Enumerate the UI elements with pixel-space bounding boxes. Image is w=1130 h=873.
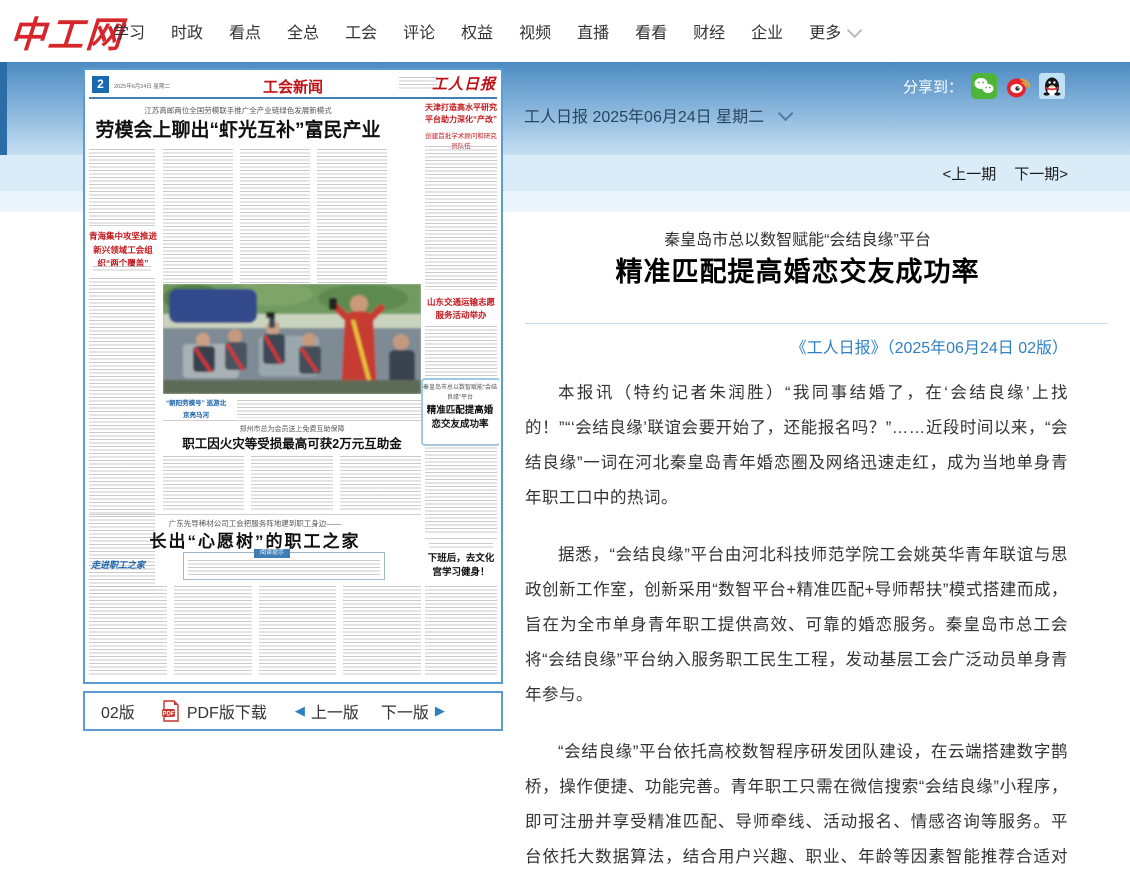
story-qhd-headline: 精准匹配提高婚恋交友成功率 [423, 404, 497, 433]
photo-caption: “朝阳劳模号” 巡游北京亮马河 [163, 398, 229, 421]
next-page-arrow-icon[interactable]: ▶ [435, 703, 445, 719]
text-block [429, 543, 493, 548]
text-block [93, 266, 151, 271]
masthead-rule [89, 97, 497, 99]
nav-item-acftu[interactable]: 全总 [287, 19, 319, 43]
share-label: 分享到： [903, 76, 963, 97]
text-columns [163, 456, 421, 512]
text-block [425, 146, 497, 290]
next-page-button[interactable]: 下一版 [381, 699, 429, 723]
nav-item-video[interactable]: 视频 [519, 19, 551, 43]
divider [89, 225, 155, 226]
text-columns [163, 149, 387, 283]
text-block [188, 560, 380, 576]
nav-item-live[interactable]: 直播 [577, 19, 609, 43]
next-issue-link[interactable]: 下一期> [1014, 163, 1068, 184]
nav-item-rights[interactable]: 权益 [461, 19, 493, 43]
article-divider [525, 323, 1108, 324]
text-block [425, 444, 497, 534]
nav-item-union[interactable]: 工会 [345, 19, 377, 43]
prev-page-arrow-icon[interactable]: ◀ [295, 703, 305, 719]
share-row: 分享到： [903, 73, 1065, 99]
prev-page-button[interactable]: 上一版 [311, 699, 359, 723]
site-logo[interactable]: 中工网 [8, 6, 126, 58]
svg-text:PDF: PDF [162, 711, 174, 717]
nav-item-enterprise[interactable]: 企业 [751, 19, 783, 43]
main-menu: 学习 时政 看点 全总 工会 评论 权益 视频 直播 看看 财经 企业 更多 [113, 0, 858, 62]
text-block [237, 400, 421, 418]
text-columns [89, 586, 421, 676]
divider [89, 514, 421, 515]
story-top-headline: 劳模会上聊出“虾光互补”富民产业 [89, 115, 387, 142]
more-label: 更多 [809, 25, 841, 42]
prev-issue-link[interactable]: <上一期 [942, 163, 996, 184]
reading-tip-box: 阅读提示 [183, 552, 385, 580]
text-block [425, 586, 497, 676]
story-zhengzhou-headline: 职工因火灾等受损最高可获2万元互助金 [163, 433, 421, 452]
article-source: 《工人日报》（2025年06月24日 02版） [525, 334, 1068, 358]
issue-date-selector[interactable]: 工人日报 2025年06月24日 星期二 [524, 103, 789, 127]
nav-item-highlights[interactable]: 看点 [229, 19, 261, 43]
wechat-icon[interactable] [971, 73, 997, 99]
article-title: 精准匹配提高婚恋交友成功率 [525, 250, 1070, 289]
story-tianjin-headline: 天津打造高水平研究平台助力深化“产改” [425, 102, 497, 127]
issue-pager: <上一期 下一期> [942, 155, 1068, 191]
text-block [89, 149, 155, 225]
nav-item-watch[interactable]: 看看 [635, 19, 667, 43]
article-paragraph: 本报讯（特约记者朱润胜）“我同事结婚了，在‘会结良缘’上找的！”“‘会结良缘’联… [525, 376, 1068, 516]
reading-tip-label: 阅读提示 [254, 549, 290, 558]
newspaper-page: 2 2025年6月24日 星期二 工会新闻 工人日报 江苏高邮两位全国劳模联手推… [87, 72, 499, 680]
nav-item-study[interactable]: 学习 [113, 19, 145, 43]
story-qhd-kicker: 秦皇岛市总以数智赋能“会结良缘”平台 [423, 384, 497, 403]
page-number-label: 02版 [101, 699, 135, 723]
article-paragraph: “会结良缘”平台依托高校数智程序研发团队建设，在云端搭建数字鹊桥，操作便捷、功能… [525, 735, 1068, 873]
weibo-icon[interactable] [1005, 73, 1031, 99]
chevron-down-icon [847, 23, 863, 39]
nav-item-more[interactable]: 更多 [809, 19, 858, 43]
article-paragraph: 据悉，“会结良缘”平台由河北科技师范学院工会姚英华青年联谊与思政创新工作室，创新… [525, 538, 1068, 713]
qq-icon[interactable] [1039, 73, 1065, 99]
newspaper-photo [163, 284, 421, 394]
story-shandong-headline: 山东交通运输志愿服务活动举办 [425, 296, 497, 322]
viewer-toolbar: 02版 PDF PDF版下载 ◀ 上一版 下一版 ▶ [83, 691, 503, 731]
article-kicker: 秦皇岛市总以数智赋能“会结良缘”平台 [525, 226, 1070, 250]
story-wenhuagong-headline: 下班后，去文化宫学习健身！ [425, 552, 497, 581]
nav-item-politics[interactable]: 时政 [171, 19, 203, 43]
story-qinghai-headline: 青海集中攻坚推进新兴领域工会组织“两个覆盖” [89, 230, 157, 271]
top-navigation: 中工网 学习 时政 看点 全总 工会 评论 权益 视频 直播 看看 财经 企业 … [0, 0, 1130, 62]
article-body: 本报讯（特约记者朱润胜）“我同事结婚了，在‘会结良缘’上找的！”“‘会结良缘’联… [525, 376, 1068, 873]
issue-date-label: 工人日报 2025年06月24日 星期二 [524, 103, 764, 127]
newspaper-page-preview[interactable]: 2 2025年6月24日 星期二 工会新闻 工人日报 江苏高邮两位全国劳模联手推… [83, 68, 503, 684]
nav-item-comment[interactable]: 评论 [403, 19, 435, 43]
nav-item-finance[interactable]: 财经 [693, 19, 725, 43]
pdf-icon[interactable]: PDF [161, 700, 181, 722]
paper-masthead-logo: 工人日报 [432, 73, 496, 94]
text-block [425, 326, 497, 376]
divider [425, 538, 497, 539]
column-label: 走进职工之家 [91, 558, 171, 571]
page: 中工网 学习 时政 看点 全总 工会 评论 权益 视频 直播 看看 财经 企业 … [0, 0, 1130, 873]
divider [163, 420, 421, 421]
pdf-download-button[interactable]: PDF版下载 [187, 699, 267, 723]
